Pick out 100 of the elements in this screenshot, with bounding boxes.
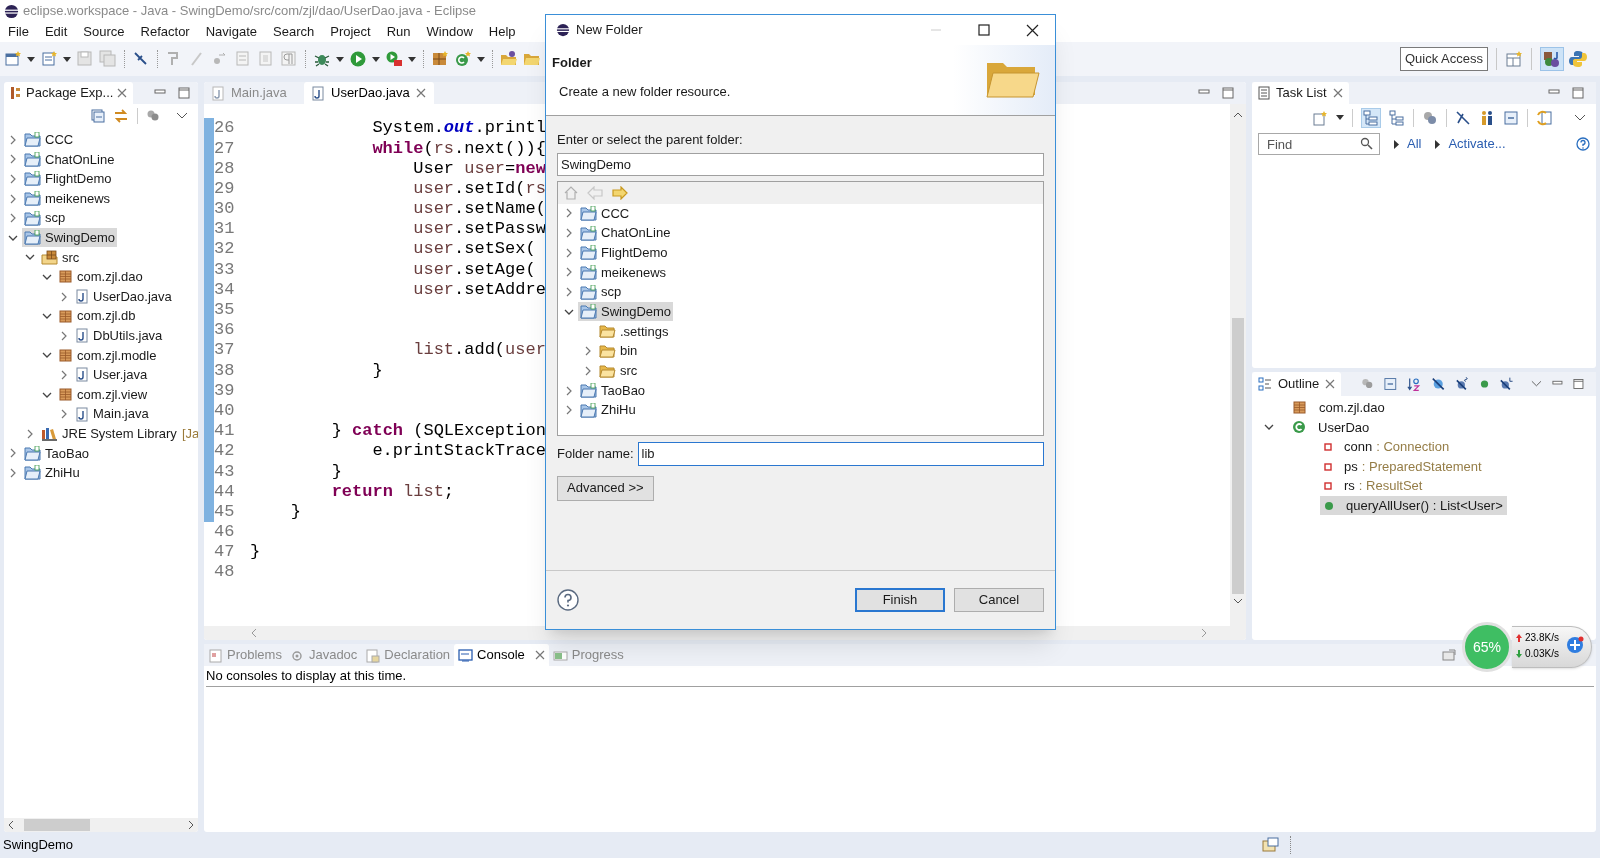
tree-item[interactable]: JRE System Library <box>39 424 179 444</box>
outline-item[interactable]: conn : Connection <box>1320 437 1454 457</box>
find-field[interactable]: Find <box>1258 133 1380 155</box>
tree-item[interactable]: com.zjl.db <box>56 306 138 326</box>
chevron-right-icon[interactable] <box>8 174 18 184</box>
tree-item[interactable]: src <box>597 361 640 381</box>
link[interactable]: All <box>1407 134 1422 154</box>
menu-item[interactable]: Source <box>83 22 125 42</box>
outline-item[interactable]: queryAllUser() : List<User> <box>1320 496 1507 516</box>
tree-item[interactable]: .settings <box>597 321 671 341</box>
dialog-button[interactable]: Cancel <box>954 588 1044 612</box>
collapse-all-icon[interactable] <box>91 109 105 123</box>
scrollbar-thumb[interactable] <box>1232 318 1244 594</box>
menu-item[interactable]: Project <box>330 22 371 42</box>
people-icon[interactable] <box>1479 110 1495 126</box>
tree-item[interactable]: FlightDemo <box>22 169 114 189</box>
status-tray-icon[interactable] <box>1262 837 1280 853</box>
help-icon[interactable] <box>557 589 579 611</box>
tree-item[interactable]: SwingDemo <box>22 228 118 248</box>
menu-item[interactable]: File <box>8 22 29 42</box>
dropdown-icon[interactable] <box>63 56 71 62</box>
tree-item[interactable]: ChatOnLine <box>578 223 673 243</box>
maximize-icon[interactable] <box>978 24 990 36</box>
tree-item[interactable]: DbUtils.java <box>73 326 165 346</box>
filter-icon[interactable] <box>1361 377 1374 391</box>
play-icon[interactable] <box>349 50 367 68</box>
java-perspective-button[interactable] <box>1540 47 1564 71</box>
tree-item[interactable]: ZhiHu <box>578 400 638 420</box>
new-class-icon[interactable] <box>454 50 472 68</box>
filter-icon[interactable] <box>146 109 160 123</box>
collapse-all-icon[interactable] <box>1383 377 1397 391</box>
chevron-right-icon[interactable] <box>8 154 18 165</box>
chevron-right-icon[interactable] <box>564 405 574 416</box>
outline-item[interactable]: UserDao <box>1288 417 1374 437</box>
run-tools-icon[interactable] <box>385 50 403 68</box>
chevron-right-icon[interactable] <box>564 228 574 239</box>
tree-item[interactable]: FlightDemo <box>578 243 670 263</box>
open-perspective-icon[interactable] <box>1505 50 1523 68</box>
python-logo-icon[interactable] <box>1568 49 1588 69</box>
tree-item[interactable]: meikenews <box>578 262 669 282</box>
quick-access-field[interactable]: Quick Access <box>1399 47 1488 71</box>
tree-item[interactable]: Main.java <box>73 404 151 424</box>
outline-item[interactable]: com.zjl.dao <box>1288 398 1389 418</box>
chevron-right-icon[interactable] <box>59 291 69 302</box>
menu-item[interactable]: Navigate <box>205 22 257 42</box>
chevron-right-icon[interactable] <box>564 287 574 298</box>
view-menu-icon[interactable] <box>1574 114 1586 122</box>
chevron-right-icon[interactable] <box>564 208 574 219</box>
menu-item[interactable]: Window <box>426 22 473 42</box>
open-folder-icon[interactable] <box>500 50 518 68</box>
dropdown-icon[interactable] <box>408 56 416 62</box>
sort-az-icon[interactable] <box>1406 376 1421 392</box>
help-icon[interactable] <box>1576 137 1590 151</box>
tree-item[interactable]: com.zjl.modle <box>56 345 159 365</box>
tree-item[interactable]: CCC <box>578 203 632 223</box>
filter-icon[interactable] <box>1422 110 1438 126</box>
categorized-view-button[interactable] <box>1361 108 1381 128</box>
parent-folder-field[interactable]: SwingDemo <box>557 152 1044 176</box>
outline-tab[interactable]: Outline <box>1252 372 1342 396</box>
scrollbar-thumb[interactable] <box>24 819 90 831</box>
tree-item[interactable]: CCC <box>22 130 76 150</box>
menu-item[interactable]: Search <box>273 22 315 42</box>
chevron-right-icon[interactable] <box>59 330 69 341</box>
outline-item[interactable]: rs : ResultSet <box>1320 476 1427 496</box>
dropdown-icon[interactable] <box>477 56 485 62</box>
menu-item[interactable]: Help <box>488 22 516 42</box>
tree-item[interactable]: scp <box>22 208 68 228</box>
tree-item[interactable]: User.java <box>73 365 150 385</box>
tree-item[interactable]: ChatOnLine <box>22 149 117 169</box>
tree-item[interactable]: TaoBao <box>578 381 648 401</box>
chevron-right-icon[interactable] <box>564 247 574 258</box>
chevron-right-icon[interactable] <box>8 467 18 478</box>
tree-item[interactable]: com.zjl.view <box>56 385 150 404</box>
chevron-right-icon[interactable] <box>8 134 18 145</box>
link-arrows-icon[interactable] <box>113 109 129 123</box>
chevron-right-icon[interactable] <box>583 365 593 376</box>
dropdown-icon[interactable] <box>336 56 344 62</box>
view-menu-icon[interactable] <box>176 112 188 120</box>
menu-item[interactable]: Run <box>386 22 411 42</box>
tree-item[interactable]: com.zjl.dao <box>56 267 145 287</box>
tree-item[interactable]: src <box>39 247 82 267</box>
task-list-tab[interactable]: Task List <box>1252 82 1349 104</box>
editor-tab[interactable]: UserDao.java <box>304 82 434 104</box>
forward-arrow-icon[interactable] <box>611 185 629 200</box>
chevron-right-icon[interactable] <box>59 409 69 420</box>
tree-item[interactable]: bin <box>597 341 640 361</box>
chevron-right-icon[interactable] <box>8 448 18 459</box>
link[interactable]: Activate... <box>1448 134 1506 154</box>
console-tab[interactable]: Console <box>454 644 549 666</box>
view-menu-icon[interactable] <box>1531 380 1543 388</box>
chevron-right-icon[interactable] <box>8 193 18 204</box>
tree-item[interactable]: scp <box>578 282 624 302</box>
menu-item[interactable]: Refactor <box>140 22 190 42</box>
folder-name-field[interactable]: lib <box>637 441 1044 466</box>
tree-item[interactable]: meikenews <box>22 189 113 209</box>
plus-circle-icon[interactable] <box>1566 636 1584 654</box>
open-console-icon[interactable] <box>1442 649 1456 661</box>
dialog-button[interactable]: Finish <box>855 588 945 612</box>
tree-item[interactable]: UserDao.java <box>73 287 174 307</box>
chevron-right-icon[interactable] <box>564 385 574 396</box>
